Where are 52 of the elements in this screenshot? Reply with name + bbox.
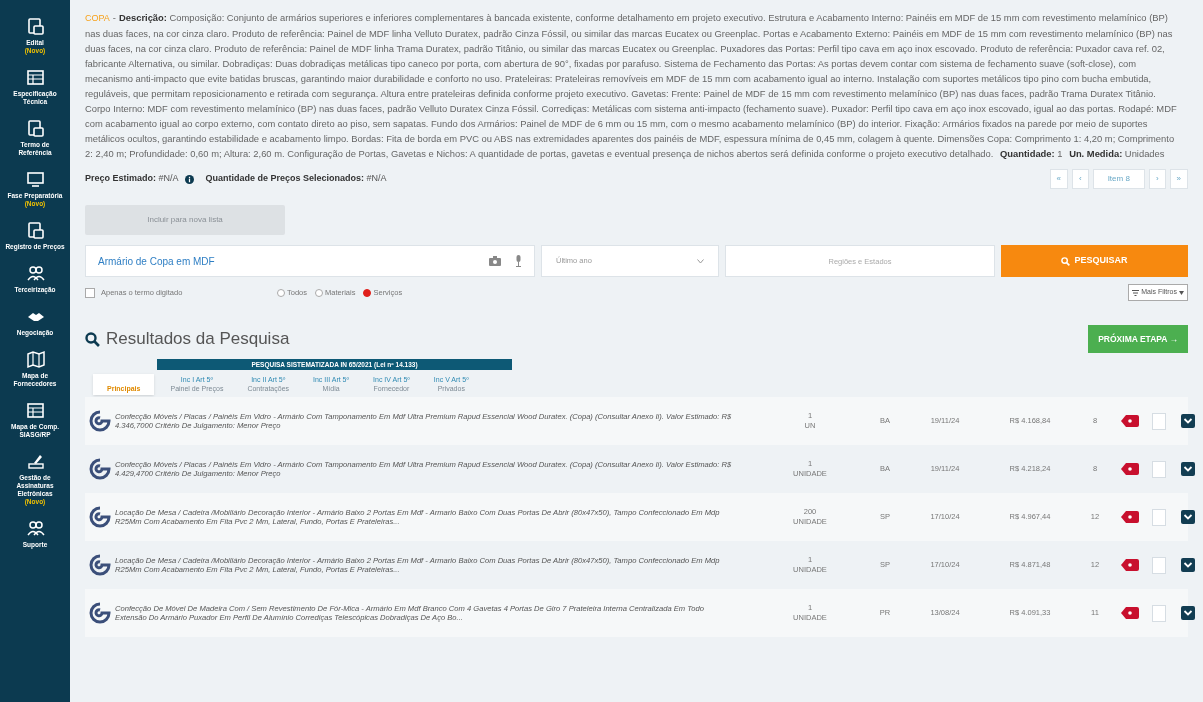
chevron-down-button[interactable] xyxy=(1181,606,1195,620)
first-page-button[interactable]: « xyxy=(1049,169,1068,189)
microphone-icon[interactable] xyxy=(515,255,522,267)
estimated-price: Preço Estimado: #N/A xyxy=(85,172,179,186)
caret-icon xyxy=(1179,290,1184,295)
filter-icon xyxy=(1132,289,1140,296)
row-checkbox[interactable] xyxy=(1152,460,1166,478)
row-checkbox[interactable] xyxy=(1152,556,1166,574)
info-icon[interactable] xyxy=(184,174,194,184)
swirl-logo-icon xyxy=(89,458,111,480)
pen-icon xyxy=(25,452,45,471)
current-item-button[interactable]: Item 8 xyxy=(1092,169,1145,189)
chevron-down-button[interactable] xyxy=(1181,462,1195,476)
swirl-logo-icon xyxy=(89,506,111,528)
document-icon xyxy=(25,119,45,138)
row-checkbox[interactable] xyxy=(1152,412,1166,430)
chevron-down-button[interactable] xyxy=(1181,558,1195,572)
exact-term-checkbox[interactable] xyxy=(85,287,95,298)
search-button[interactable]: PESQUISAR xyxy=(1001,245,1188,277)
tag-icon[interactable] xyxy=(1121,463,1139,475)
last-page-button[interactable]: » xyxy=(1169,169,1188,189)
camera-icon[interactable] xyxy=(489,256,501,266)
people-icon xyxy=(25,264,45,283)
item-description: COPA - Descrição: Composição: Conjunto de armários superiores e inferiores complementares à bancada existente, conforme detalhamento em projeto executivo. Estrutura e Acabamento Interno: Painéis em MDF de 15 mm com revestimento melamínico (BP) nas duas faces, na cor cinza claro. Produto de referência: Painel de MDF linha Velluto Duratex, padrão Cinza Fóssil, ou similar das marcas Eucatex ou Greenplac. Portas e Acabamento Externo: Painéis em MDF de 15 mm com revestimento melamínico (BP) nas duas faces, na cor cinza claro. Produto de referência: Painel de MDF linha Trama Duratex, padrão Titânio, ou similar das marcas Eucatex ou Greenplac. Puxadores das Portas: Perfil tipo cava em aço inox escovado. Produto de referência: Puxador cava ref. 02, fabricante Alternativa, ou similar. Dobradiças: Duas dobradiças metálicas tipo caneco por porta, com abertura de 90°, fixadas por parafuso. Sistema de Fechamento das Portas: As portas devem contar com sistema de fechamento suave (soft-close), com mecanismo anti-impacto que evite batidas bruscas, garantindo maior durabilidade e conforto no uso. Prateleiras: Prateleiras removíveis em MDF de 15 mm com acabamento igual ao interno. Instalação com suportes metálicos tipo pino com bucha embutida, reguláveis, que permitam reposicionamento e retirada com segurança. Altura entre prateleiras definida conforme projeto executivo. Gavetas: Frente: Painel de MDF de 15 mm com revestimento melamínico (BP) nas duas faces, padrão Trama Duratex Titânio. Corpo Interno: MDF com revestimento melamínico (BP) nas duas faces, padrão Velluto Duratex Cinza Fóssil. Corrediças: Metálicas com sistema anti-impacto (fechamento suave). Puxador: Perfil tipo cava em aço inox escovado, igual ao das portas. Rodapé: MDF com acabamento igual ao corpo externo, com contato direto ao piso, sem sapatas. Fundo dos Armários: Painel de MDF de 6 mm ou 15 mm, com o mesmo acabamento melamínico (BP) do interior. Fixação: Armários fixados na parede por meio de suportes metálicos ocultos, garantindo estabilidade e acabamento limpo. Bordas: Fita de borda em PVC ou ABS nas extremidades aparentes dos painéis de MDF, espessura mínima de 0,45 mm, colagem à quente. Dimensões Copa: Comprimento 1: 4,20 m; Comprimento 2: 2,40 m; Profundidade: 0,60 m; Altura: 2,60 m. Configuração de Portas, Gavetas e Nichos: A quantidade de portas, gavetas e eventual presença de nichos abertos será definida conforme o projeto executivo detalhado. Quantidade: 1 Un. Medida: Unidades xyxy=(85,11,1178,161)
document-icon xyxy=(25,17,45,36)
tag-icon[interactable] xyxy=(1121,607,1139,619)
swirl-logo-icon xyxy=(89,554,111,576)
people-icon xyxy=(25,519,45,538)
table-icon xyxy=(25,68,45,87)
separator-dash: - xyxy=(112,12,116,23)
results-title: Resultados da Pesquisa xyxy=(106,328,290,351)
row-checkbox[interactable] xyxy=(1152,604,1166,622)
search-icon xyxy=(85,331,100,347)
tag-icon[interactable] xyxy=(1121,415,1139,427)
next-page-button[interactable]: › xyxy=(1148,169,1166,189)
swirl-logo-icon xyxy=(89,602,111,624)
chevron-down-button[interactable] xyxy=(1181,414,1195,428)
document-icon xyxy=(25,221,45,240)
previous-page-button[interactable]: ‹ xyxy=(1071,169,1089,189)
monitor-icon xyxy=(25,170,45,189)
tag-icon[interactable] xyxy=(1121,511,1139,523)
row-checkbox[interactable] xyxy=(1152,508,1166,526)
search-icon xyxy=(1061,256,1071,266)
tag-icon[interactable] xyxy=(1121,559,1139,571)
table-icon xyxy=(25,401,45,420)
selected-prices-count: Quantidade de Preços Selecionados: #N/A xyxy=(205,172,387,186)
caret-icon xyxy=(697,258,704,264)
chevron-down-button[interactable] xyxy=(1181,510,1195,524)
map-icon xyxy=(25,350,45,369)
search-field[interactable]: Armário de Copa em MDF xyxy=(85,245,535,277)
swirl-logo-icon xyxy=(89,410,111,432)
next-step-button[interactable]: PRÓXIMA ETAPA → xyxy=(1088,325,1188,353)
